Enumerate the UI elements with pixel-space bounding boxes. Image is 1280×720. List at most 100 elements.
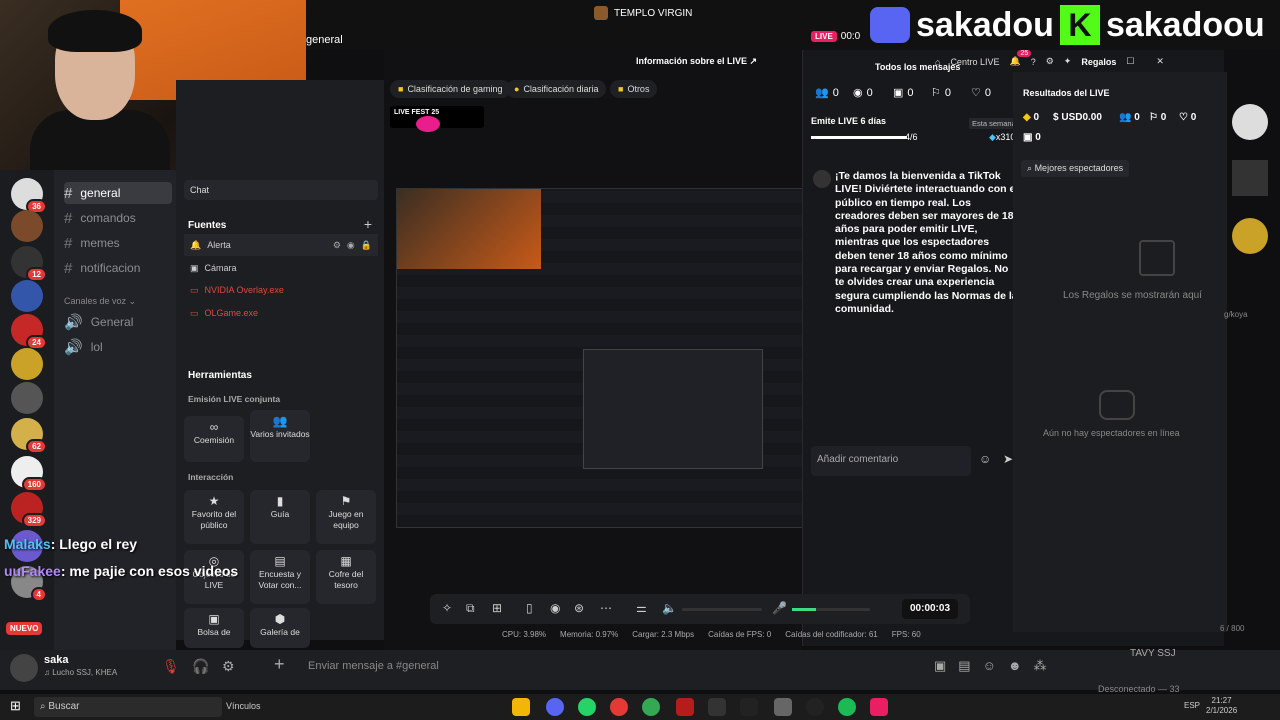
- emoji-icon[interactable]: ☺: [979, 452, 991, 466]
- server-icon[interactable]: 24: [11, 314, 47, 350]
- channel-memes[interactable]: # memes: [64, 232, 172, 254]
- pill-daily[interactable]: ● Clasificación diaria: [506, 80, 607, 98]
- message-tools-icons[interactable]: ▣▤☺☻⁂: [934, 658, 1059, 674]
- member-name[interactable]: TAVY SSJ: [1130, 648, 1176, 659]
- send-icon[interactable]: ➤: [1003, 452, 1013, 466]
- result-follows: ⚐ 0: [1149, 112, 1167, 123]
- popout-icon[interactable]: ☐: [1126, 56, 1134, 67]
- add-source-icon[interactable]: +: [364, 216, 372, 232]
- live-fest-banner[interactable]: LIVE FEST 25: [390, 106, 484, 132]
- scene-chat[interactable]: Chat: [184, 180, 378, 200]
- more-icon[interactable]: ⋯: [600, 601, 612, 615]
- capture-icon[interactable]: ⧉: [466, 601, 475, 616]
- user-avatar[interactable]: [1232, 218, 1268, 254]
- server-icon[interactable]: 36: [11, 178, 47, 214]
- treasure-button[interactable]: ▦ Cofre del tesoro: [316, 550, 376, 604]
- guests-button[interactable]: 👥 Varios invitados: [250, 410, 310, 462]
- bag-button[interactable]: ▣ Bolsa de: [184, 608, 244, 648]
- source-alerta[interactable]: 🔔 Alerta ⚙◉🔒: [184, 234, 378, 256]
- server-icon[interactable]: 160: [11, 456, 47, 492]
- user-avatar[interactable]: [1232, 160, 1268, 196]
- preview-webcam: [397, 189, 541, 269]
- mic-muted-icon[interactable]: 🎙: [162, 658, 180, 675]
- stat-follows: ⚐ 0: [931, 86, 951, 100]
- language-indicator[interactable]: ESP: [1184, 701, 1200, 710]
- whatsapp-icon[interactable]: [578, 698, 596, 716]
- server-icon[interactable]: [11, 210, 43, 242]
- record-icon[interactable]: ◉: [550, 601, 560, 615]
- gallery-button[interactable]: ⬢ Galería de: [250, 608, 310, 648]
- team-game-button[interactable]: ⚑ Juego en equipo: [316, 490, 376, 544]
- server-icon[interactable]: [11, 382, 43, 414]
- source-camara[interactable]: ▣ Cámara: [184, 257, 378, 279]
- voice-category[interactable]: Canales de voz ⌄: [64, 296, 136, 307]
- help-icon[interactable]: ?: [1031, 57, 1036, 67]
- message-input[interactable]: Enviar mensaje a #general: [308, 660, 439, 672]
- settings-taskbar-icon[interactable]: [708, 698, 726, 716]
- clock[interactable]: 21:27 2/1/2026: [1206, 696, 1237, 716]
- user-avatar[interactable]: [10, 654, 38, 682]
- centro-live-link[interactable]: Centro LIVE: [950, 57, 999, 67]
- tools-title: Herramientas: [188, 370, 252, 381]
- user-avatar[interactable]: [1232, 104, 1268, 140]
- tiktok-live-icon[interactable]: [870, 698, 888, 716]
- obs-icon[interactable]: [806, 698, 824, 716]
- user-settings-icon[interactable]: ⚙: [222, 658, 235, 675]
- attach-icon[interactable]: +: [274, 654, 285, 675]
- studio-panel: Chat Fuentes + 🔔 Alerta ⚙◉🔒 ▣ Cámara ▭ NVIDI…: [176, 80, 384, 648]
- game-app-icon[interactable]: [676, 698, 694, 716]
- pill-other[interactable]: ■ Otros: [610, 80, 658, 98]
- home-icon[interactable]: ⌂: [935, 57, 940, 67]
- server-icon[interactable]: 12: [11, 246, 47, 282]
- source-nvidia[interactable]: ▭ NVIDIA Overlay.exe: [184, 279, 378, 301]
- epic-games-icon[interactable]: [740, 698, 758, 716]
- gift-tab-icon[interactable]: ✦: [1064, 56, 1072, 67]
- mic-slider[interactable]: [792, 608, 870, 611]
- coemision-button[interactable]: ∞ Coemisión: [184, 416, 244, 462]
- app-icon[interactable]: [774, 698, 792, 716]
- server-icon[interactable]: 62: [11, 418, 47, 454]
- spotify-icon[interactable]: [838, 698, 856, 716]
- channel-general[interactable]: # general: [64, 182, 172, 204]
- camera-settings-icon[interactable]: ⊛: [574, 601, 584, 615]
- voice-channel-general[interactable]: 🔊 General: [64, 311, 172, 333]
- server-icon[interactable]: [11, 348, 43, 380]
- discord-icon: [870, 7, 910, 43]
- voice-channel-lol[interactable]: 🔊 lol: [64, 336, 172, 358]
- top-viewers-button[interactable]: ⌕ Mejores espectadores: [1021, 160, 1130, 177]
- source-olgame[interactable]: ▭ OLGame.exe: [184, 302, 378, 324]
- channel-notificacion[interactable]: # notificacion: [64, 257, 172, 279]
- live-info-title[interactable]: Información sobre el LIVE ↗: [636, 56, 757, 67]
- phone-icon[interactable]: ▯: [526, 601, 533, 615]
- windows-start-icon[interactable]: ⊞: [10, 698, 21, 714]
- favorite-button[interactable]: ★ Favorito del público: [184, 490, 244, 544]
- poll-button[interactable]: ▤ Encuesta y Votar con...: [250, 550, 310, 604]
- notification-icon[interactable]: 🔔 25: [1009, 50, 1032, 67]
- cpu-stat: CPU: 3.98%: [502, 630, 547, 639]
- volume-slider[interactable]: [682, 608, 762, 611]
- chrome-icon[interactable]: [642, 698, 660, 716]
- sliders-icon[interactable]: ⚌: [636, 601, 647, 615]
- server-icon[interactable]: [11, 280, 43, 312]
- volume-icon[interactable]: 🔈: [662, 601, 677, 615]
- regalos-tab[interactable]: Regalos: [1081, 57, 1116, 67]
- close-icon[interactable]: ✕: [1156, 56, 1164, 67]
- taskbar-search[interactable]: ⌕ Buscar: [34, 697, 222, 717]
- links-toolbar[interactable]: Vínculos: [226, 701, 261, 711]
- magic-icon[interactable]: ✧: [442, 601, 452, 615]
- mic-icon[interactable]: 🎤: [772, 601, 787, 615]
- folder-icon[interactable]: [512, 698, 530, 716]
- comment-input[interactable]: Añadir comentario: [811, 446, 971, 476]
- deafen-icon[interactable]: 🎧: [192, 658, 209, 675]
- guide-button[interactable]: ▮ Guía: [250, 490, 310, 544]
- layout-icon[interactable]: ⊞: [492, 601, 502, 615]
- pill-gaming[interactable]: ■ Clasificación de gaming: [390, 80, 511, 98]
- channel-comandos[interactable]: # comandos: [64, 207, 172, 229]
- users-icon: 👥: [815, 87, 829, 99]
- media-player-icon[interactable]: [610, 698, 628, 716]
- discord-taskbar-icon[interactable]: [546, 698, 564, 716]
- server-icon[interactable]: 329: [11, 492, 47, 528]
- settings-icon[interactable]: ⚙: [1046, 56, 1054, 67]
- trophy-icon: ●: [514, 84, 520, 94]
- live-joint-title: Emisión LIVE conjunta: [188, 394, 281, 404]
